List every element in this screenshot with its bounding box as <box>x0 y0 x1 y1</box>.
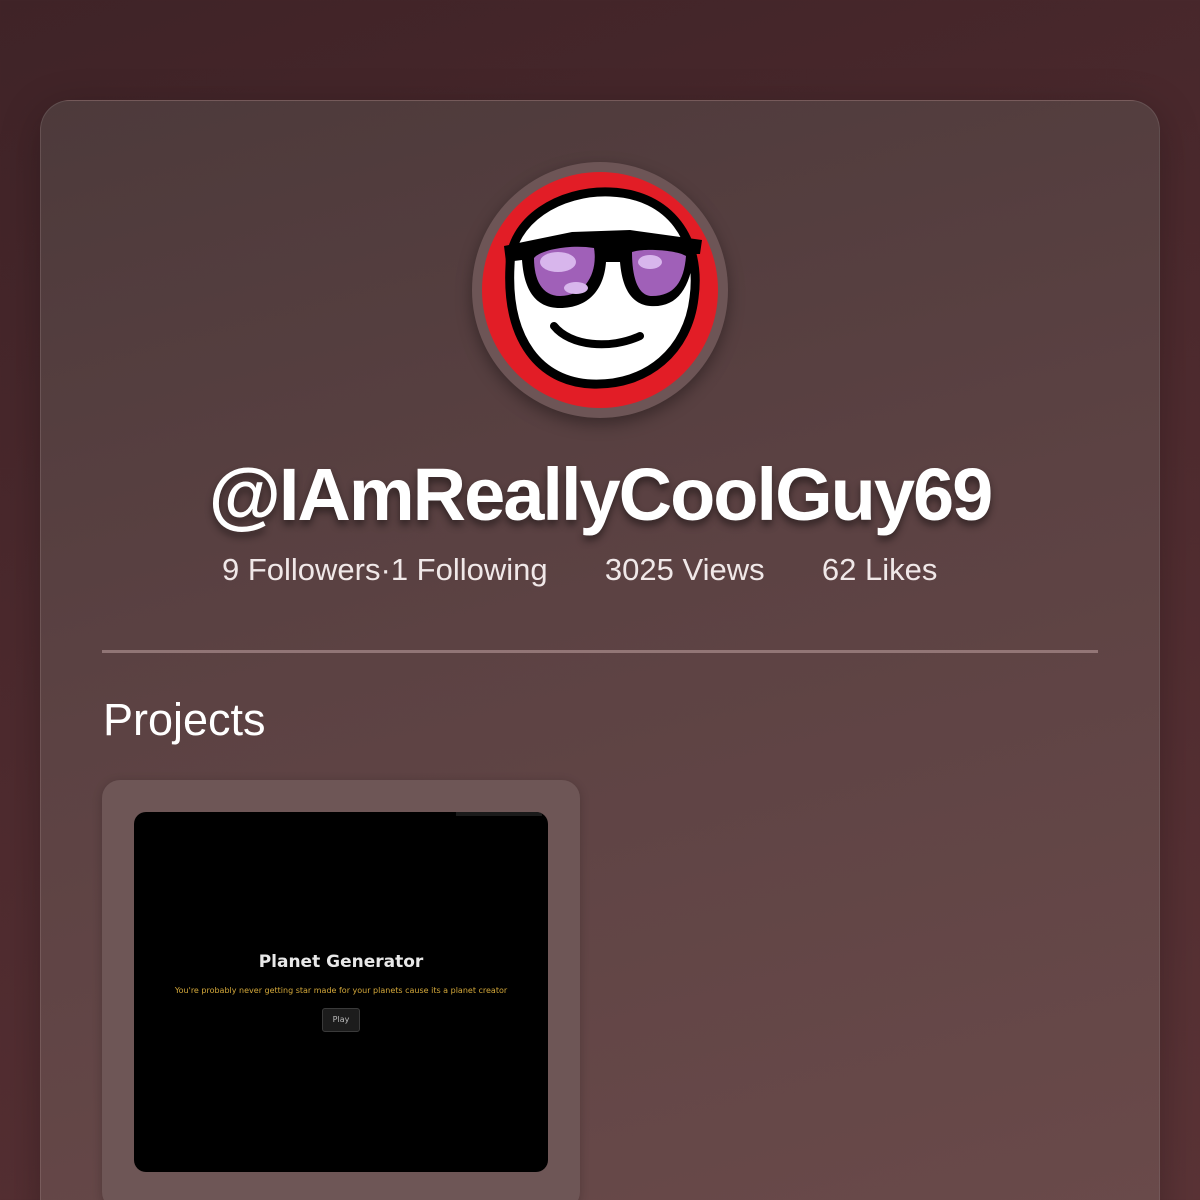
profile-stats: 9 Followers · 1 Following 3025 Views 62 … <box>222 552 937 588</box>
views-count: 3025 Views <box>604 552 765 587</box>
project-title: Planet Generator <box>258 952 424 972</box>
thumbnail-corner-bar <box>456 812 542 816</box>
stats-separator: · <box>380 552 391 587</box>
sunglasses-face-icon <box>482 172 718 408</box>
followers-count[interactable]: 9 Followers <box>222 552 381 588</box>
likes-count: 62 Likes <box>821 552 938 587</box>
project-thumbnail[interactable]: Planet Generator You're probably never g… <box>134 812 548 1172</box>
following-count[interactable]: 1 Following <box>391 552 548 588</box>
project-subtitle: You're probably never getting star made … <box>174 986 508 995</box>
play-button[interactable]: Play <box>322 1008 360 1032</box>
project-card[interactable]: Planet Generator You're probably never g… <box>102 780 580 1200</box>
projects-heading: Projects <box>103 694 266 745</box>
section-divider <box>102 650 1098 653</box>
username-heading: @IAmReallyCoolGuy69 <box>208 453 994 536</box>
avatar[interactable] <box>472 162 728 418</box>
